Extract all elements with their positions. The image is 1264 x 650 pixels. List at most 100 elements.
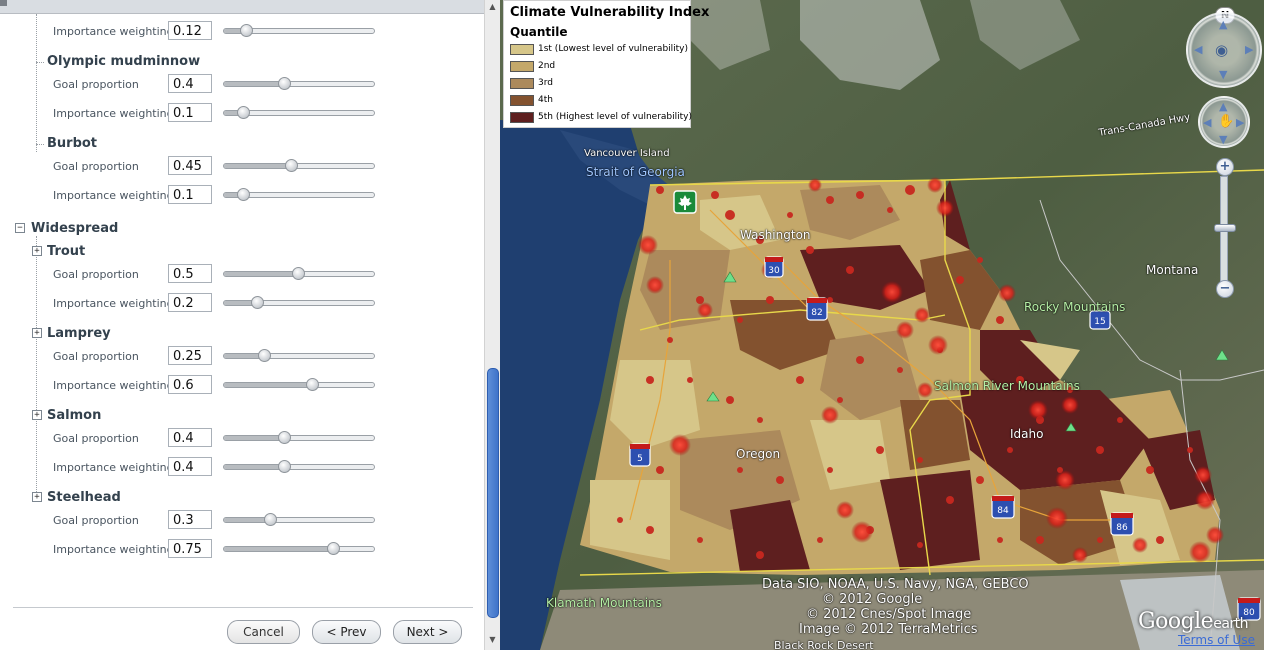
scroll-down-arrow-icon[interactable]: ▼ — [485, 633, 500, 649]
param-slider[interactable] — [223, 159, 375, 173]
look-down-arrow-icon[interactable]: ▼ — [1219, 68, 1227, 81]
param-value-input[interactable]: 0.12 — [168, 21, 212, 40]
param-slider[interactable] — [223, 188, 375, 202]
slider-knob[interactable] — [264, 513, 277, 526]
point-marker — [897, 367, 903, 373]
slider-knob[interactable] — [278, 431, 291, 444]
move-right-arrow-icon[interactable]: ▶ — [1236, 116, 1244, 129]
group-steelhead[interactable]: Steelhead — [47, 490, 121, 505]
point-marker — [757, 417, 763, 423]
slider-knob[interactable] — [292, 267, 305, 280]
group-expand-toggle[interactable]: + — [32, 246, 42, 256]
param-slider[interactable] — [223, 460, 375, 474]
point-marker — [817, 537, 823, 543]
point-marker — [846, 266, 854, 274]
attribution-line: © 2012 Google — [822, 592, 923, 607]
group-salmon[interactable]: Salmon — [47, 408, 101, 423]
point-marker — [856, 191, 864, 199]
param-value-input[interactable]: 0.25 — [168, 346, 212, 365]
move-left-arrow-icon[interactable]: ◀ — [1203, 116, 1211, 129]
scroll-up-arrow-icon[interactable]: ▲ — [485, 0, 500, 14]
map-label-strait-of-georgia: Strait of Georgia — [586, 165, 685, 179]
zoom-slider-handle[interactable] — [1214, 224, 1236, 232]
param-slider[interactable] — [223, 24, 375, 38]
move-up-arrow-icon[interactable]: ▲ — [1219, 100, 1227, 113]
point-marker — [917, 457, 923, 463]
param-value-input[interactable]: 0.4 — [168, 457, 212, 476]
param-slider[interactable] — [223, 296, 375, 310]
zoom-out-button[interactable]: − — [1216, 280, 1234, 298]
point-marker — [1072, 547, 1088, 563]
slider-knob[interactable] — [251, 296, 264, 309]
param-slider[interactable] — [223, 77, 375, 91]
look-up-arrow-icon[interactable]: ▲ — [1219, 18, 1227, 31]
cancel-button[interactable]: Cancel — [227, 620, 300, 644]
point-marker — [1156, 536, 1164, 544]
slider-knob[interactable] — [237, 188, 250, 201]
param-value-input[interactable]: 0.3 — [168, 510, 212, 529]
group-olympic-mudminnow[interactable]: Olympic mudminnow — [47, 54, 200, 69]
slider-knob[interactable] — [285, 159, 298, 172]
terms-of-use-link[interactable]: Terms of Use — [1178, 633, 1255, 647]
point-marker — [697, 537, 703, 543]
slider-knob[interactable] — [306, 378, 319, 391]
param-slider[interactable] — [223, 106, 375, 120]
param-slider[interactable] — [223, 513, 375, 527]
group-expand-toggle[interactable]: + — [32, 492, 42, 502]
legend-label: 4th — [538, 95, 553, 105]
param-value-input[interactable]: 0.1 — [168, 103, 212, 122]
param-value-input[interactable]: 0.4 — [168, 74, 212, 93]
param-slider[interactable] — [223, 267, 375, 281]
legend-subtitle: Quantile — [510, 25, 568, 39]
next-button[interactable]: Next > — [393, 620, 462, 644]
slider-knob[interactable] — [258, 349, 271, 362]
slider-knob[interactable] — [278, 460, 291, 473]
param-value-input[interactable]: 0.5 — [168, 264, 212, 283]
prev-button[interactable]: < Prev — [312, 620, 381, 644]
point-marker — [917, 542, 923, 548]
group-expand-toggle[interactable]: + — [32, 328, 42, 338]
legend-swatch — [510, 44, 534, 55]
look-right-arrow-icon[interactable]: ▶ — [1245, 43, 1253, 56]
category-collapse-toggle[interactable]: − — [15, 223, 25, 233]
legend-swatch — [510, 78, 534, 89]
group-burbot[interactable]: Burbot — [47, 136, 97, 151]
slider-knob[interactable] — [278, 77, 291, 90]
attribution-line: Data SIO, NOAA, U.S. Navy, NGA, GEBCO — [762, 577, 1029, 592]
scroll-thumb[interactable] — [487, 368, 499, 618]
move-down-arrow-icon[interactable]: ▼ — [1219, 133, 1227, 146]
point-marker — [776, 476, 784, 484]
group-expand-toggle[interactable]: + — [32, 410, 42, 420]
point-marker — [1007, 447, 1013, 453]
slider-knob[interactable] — [240, 24, 253, 37]
eye-icon: ◉ — [1215, 41, 1229, 59]
slider-knob[interactable] — [237, 106, 250, 119]
param-value-input[interactable]: 0.75 — [168, 539, 212, 558]
look-control[interactable]: ▲ ▼ ◀ ▶ ◉ — [1186, 12, 1262, 88]
param-value-input[interactable]: 0.6 — [168, 375, 212, 394]
param-slider[interactable] — [223, 542, 375, 556]
param-slider[interactable] — [223, 431, 375, 445]
logo-text-main: Google — [1138, 609, 1214, 634]
point-marker — [697, 302, 713, 318]
zoom-in-button[interactable]: + — [1216, 158, 1234, 176]
legend-label: 3rd — [538, 78, 553, 88]
category-widespread[interactable]: Widespread — [31, 221, 118, 236]
param-slider[interactable] — [223, 349, 375, 363]
highway-shield-icon: 84 — [991, 495, 1015, 519]
param-value-input[interactable]: 0.4 — [168, 428, 212, 447]
slider-knob[interactable] — [327, 542, 340, 555]
highway-shield-band — [765, 257, 783, 262]
panel-scrollbar[interactable]: ▲ ▼ — [484, 0, 501, 650]
param-slider[interactable] — [223, 378, 375, 392]
param-value-input[interactable]: 0.45 — [168, 156, 212, 175]
group-lamprey[interactable]: Lamprey — [47, 326, 111, 341]
point-marker — [905, 185, 915, 195]
param-value-input[interactable]: 0.1 — [168, 185, 212, 204]
tree-guide-line — [36, 144, 44, 145]
group-trout[interactable]: Trout — [47, 244, 85, 259]
move-control[interactable]: ▲ ▼ ◀ ▶ ✋ — [1198, 96, 1250, 148]
look-left-arrow-icon[interactable]: ◀ — [1194, 43, 1202, 56]
point-marker — [887, 207, 893, 213]
param-value-input[interactable]: 0.2 — [168, 293, 212, 312]
